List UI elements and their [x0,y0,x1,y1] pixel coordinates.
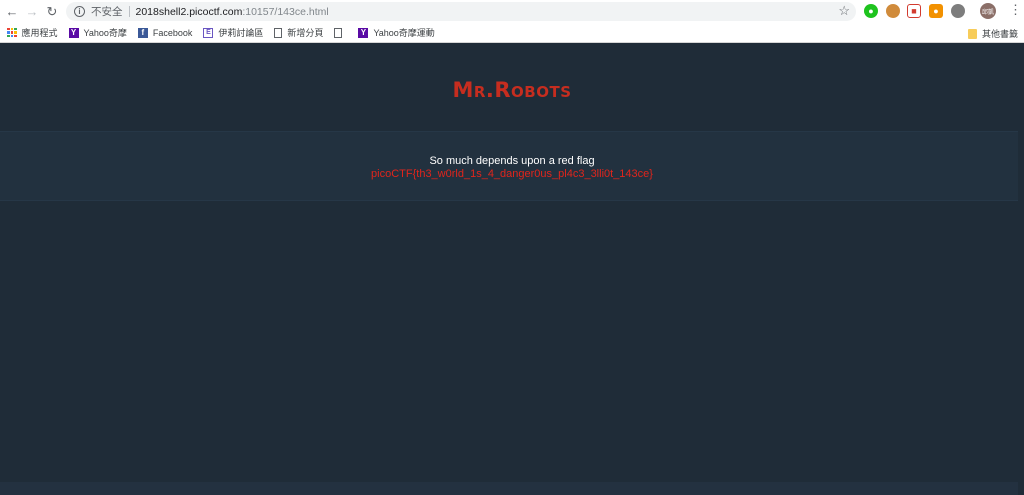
grey-extension-icon[interactable] [951,4,965,18]
browser-toolbar: ← → ↻ i 不安全 2018shell2.picoctf.com :1015… [0,0,1024,23]
bookmark-yahoo[interactable]: Y Yahoo奇摩 [68,26,127,39]
bookmark-label: 應用程式 [21,28,58,38]
orange-extension-icon[interactable]: ● [929,4,943,18]
bookmark-new-tab[interactable]: 新增分頁 [274,26,323,39]
reload-icon[interactable]: ↻ [42,2,62,22]
bookmarks-bar: 應用程式 Y Yahoo奇摩 f Facebook E 伊莉討論區 新增分頁 Y… [0,23,1024,43]
red-extension-icon[interactable]: ■ [907,4,921,18]
message-text: So much depends upon a red flag [429,155,595,167]
bookmark-blank[interactable] [334,27,347,38]
bookmark-forum[interactable]: E 伊莉討論區 [203,26,263,39]
back-arrow-icon[interactable]: ← [2,2,22,22]
line-extension-icon[interactable]: ● [864,4,878,18]
yahoo-icon: Y [358,27,369,38]
site-title: Mr.Robots [452,78,572,102]
bookmark-star-icon[interactable]: ☆ [838,3,850,19]
info-icon[interactable]: i [74,6,85,17]
url-host: 2018shell2.picoctf.com [135,5,243,18]
divider [128,6,130,17]
yahoo-icon: Y [68,27,79,38]
bookmark-label: Facebook [152,27,193,38]
folder-icon [967,28,977,39]
forum-icon: E [203,27,214,38]
bookmark-label: 伊莉討論區 [218,28,264,38]
page-icon [274,27,283,38]
apps-grid-icon [7,27,17,38]
cookie-extension-icon[interactable] [886,4,900,18]
avatar[interactable]: 邱凱 [980,3,996,19]
other-bookmarks[interactable]: 其他書籤 [967,27,1018,40]
security-label: 不安全 [91,6,123,18]
url-path: :10157/143ce.html [242,5,329,18]
forward-arrow-icon[interactable]: → [22,2,42,22]
page-icon [334,27,343,38]
menu-dots-icon[interactable]: ⋮ [1009,3,1022,17]
footer-strip [0,482,1018,495]
bookmark-apps[interactable]: 應用程式 [0,26,58,39]
facebook-icon: f [137,27,148,38]
address-bar[interactable]: i 不安全 2018shell2.picoctf.com :10157/143c… [66,2,856,21]
other-bookmarks-label: 其他書籤 [981,29,1018,39]
bookmark-facebook[interactable]: f Facebook [137,27,193,38]
flag-text: picoCTF{th3_w0rld_1s_4_danger0us_pl4c3_3… [371,168,653,180]
bookmark-label: Yahoo奇摩運動 [373,28,435,38]
bookmark-yahoo-sports[interactable]: Y Yahoo奇摩運動 [358,26,435,39]
bookmark-label: Yahoo奇摩 [83,28,127,38]
bookmark-label: 新增分頁 [287,28,324,38]
